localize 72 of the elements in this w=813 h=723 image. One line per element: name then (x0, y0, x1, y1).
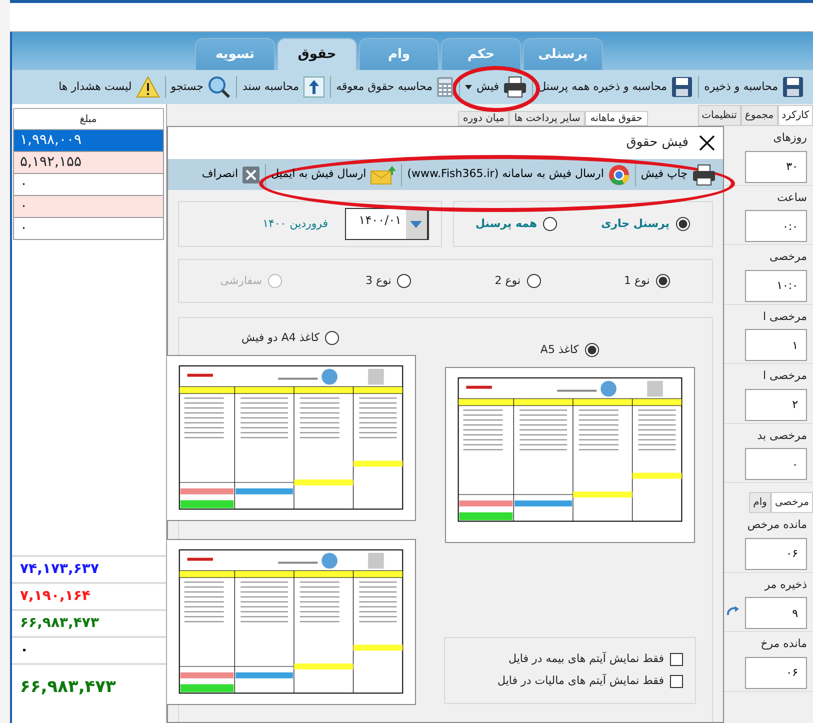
table-cell[interactable]: ۰ (13, 174, 164, 196)
toolbar-button[interactable]: محاسبه و ذخیره همه پرسنل (533, 72, 698, 102)
input-field[interactable]: ۳۰ (745, 150, 807, 182)
input-field[interactable]: ۱۰:۰ (745, 270, 807, 302)
calculator-icon (436, 76, 454, 98)
input-field[interactable]: ۰۶ (745, 656, 807, 688)
toolbar-button[interactable]: لیست هشدار ها (54, 72, 165, 102)
field-label: ذخیره مر (763, 576, 807, 593)
browser-logo-icon (608, 164, 630, 186)
table-cell[interactable]: ۰ (13, 218, 164, 240)
radio-option[interactable]: نوع 1 (624, 272, 670, 290)
search-icon (207, 75, 232, 99)
total-amount: ۷۴,۱۷۳,۶۳۷ (12, 555, 166, 582)
input-field[interactable]: ۰ (745, 448, 807, 480)
panel-tab[interactable]: مجموع (740, 105, 778, 126)
toolbar-button[interactable]: محاسبه حقوق معوقه (331, 72, 460, 102)
panel-tab[interactable]: حقوق ماهانه (585, 111, 648, 126)
input-field[interactable]: ۰۶ (745, 538, 807, 570)
toolbar-button[interactable]: محاسبه سند (237, 72, 330, 102)
field-label: ساعت (776, 190, 807, 206)
field-label: مرخصی (768, 249, 807, 265)
total-amount: ۶۶,۹۸۳,۴۷۳ (12, 663, 166, 711)
field-label: مانده مرخ (760, 636, 807, 652)
field-label: مرخصی ا (762, 308, 807, 325)
printer-icon (503, 76, 528, 98)
period-caption: فروردین ۱۴۰۰ (262, 216, 328, 232)
panel-tab[interactable]: سایر پرداخت ها (509, 111, 586, 126)
total-amount: ۰ (12, 636, 166, 663)
field-label: روزهای (772, 130, 807, 146)
caret-icon (465, 84, 472, 90)
panel-tab[interactable]: وام (749, 492, 771, 513)
input-field[interactable]: ۹ (745, 597, 807, 629)
envelope-icon (370, 164, 396, 184)
warning-icon (136, 76, 160, 98)
radio-option[interactable]: پرسنل جاری (601, 216, 690, 232)
field-label: مانده مرخص (746, 517, 807, 533)
radio-option[interactable]: کاغذ A4 دو فیش (242, 330, 340, 346)
table-cell[interactable]: ۱,۹۹۸,۰۰۹ (13, 130, 164, 152)
toolbar-button[interactable]: ارسال فیش به سامانه (www.Fish365.ir) (402, 160, 635, 188)
radio-option[interactable]: نوع 3 (366, 272, 412, 290)
toolbar-button[interactable]: جستجو (166, 72, 236, 102)
toolbar-button[interactable]: فیش (460, 72, 532, 102)
total-amount: ۷,۱۹۰,۱۶۴ (12, 582, 166, 609)
toolbar-button[interactable]: چاپ فیش (636, 160, 720, 188)
radio-option[interactable]: کاغذ A5 (540, 342, 599, 358)
field-label: مرخصی بد (756, 428, 807, 444)
table-cell[interactable]: ۵,۱۹۲,۱۵۵ (13, 152, 164, 174)
dropdown-arrow-icon (410, 220, 422, 228)
panel-tab[interactable]: مرخصی (770, 492, 813, 513)
printer-icon (692, 164, 716, 186)
column-header: مبلغ (13, 108, 164, 130)
panel-tab[interactable]: تنظیمات (698, 105, 741, 126)
input-field[interactable]: ۰:۰ (745, 210, 807, 242)
period-dropdown[interactable]: ۱۴۰۰/۰۱ (344, 208, 428, 240)
input-field[interactable]: ۱ (745, 329, 807, 361)
close-icon (242, 166, 260, 184)
close-button[interactable] (696, 133, 716, 153)
field-label: مرخصی ا (762, 368, 807, 384)
radio-option[interactable]: نوع 2 (494, 272, 541, 290)
panel-tab[interactable]: کارکرد (778, 105, 813, 126)
refresh-icon[interactable] (726, 605, 740, 617)
toolbar-button[interactable]: محاسبه و ذخیره (699, 72, 809, 102)
table-cell[interactable]: ۰ (13, 196, 164, 218)
checkbox[interactable]: فقط نمایش آیتم های بیمه در فایل (456, 651, 682, 668)
ribbon-tab[interactable]: حقوق (277, 38, 357, 70)
panel-tab[interactable]: میان دوره (458, 111, 510, 126)
input-field[interactable]: ۲ (745, 388, 807, 420)
dialog-title: فیش حقوق (626, 134, 688, 152)
total-amount: ۶۶,۹۸۳,۴۷۳ (12, 609, 166, 636)
toolbar-button[interactable]: انصراف (196, 160, 266, 188)
radio-option[interactable]: همه پرسنل (476, 216, 558, 232)
checkbox[interactable]: فقط نمایش آیتم های مالیات در فایل (456, 673, 682, 690)
